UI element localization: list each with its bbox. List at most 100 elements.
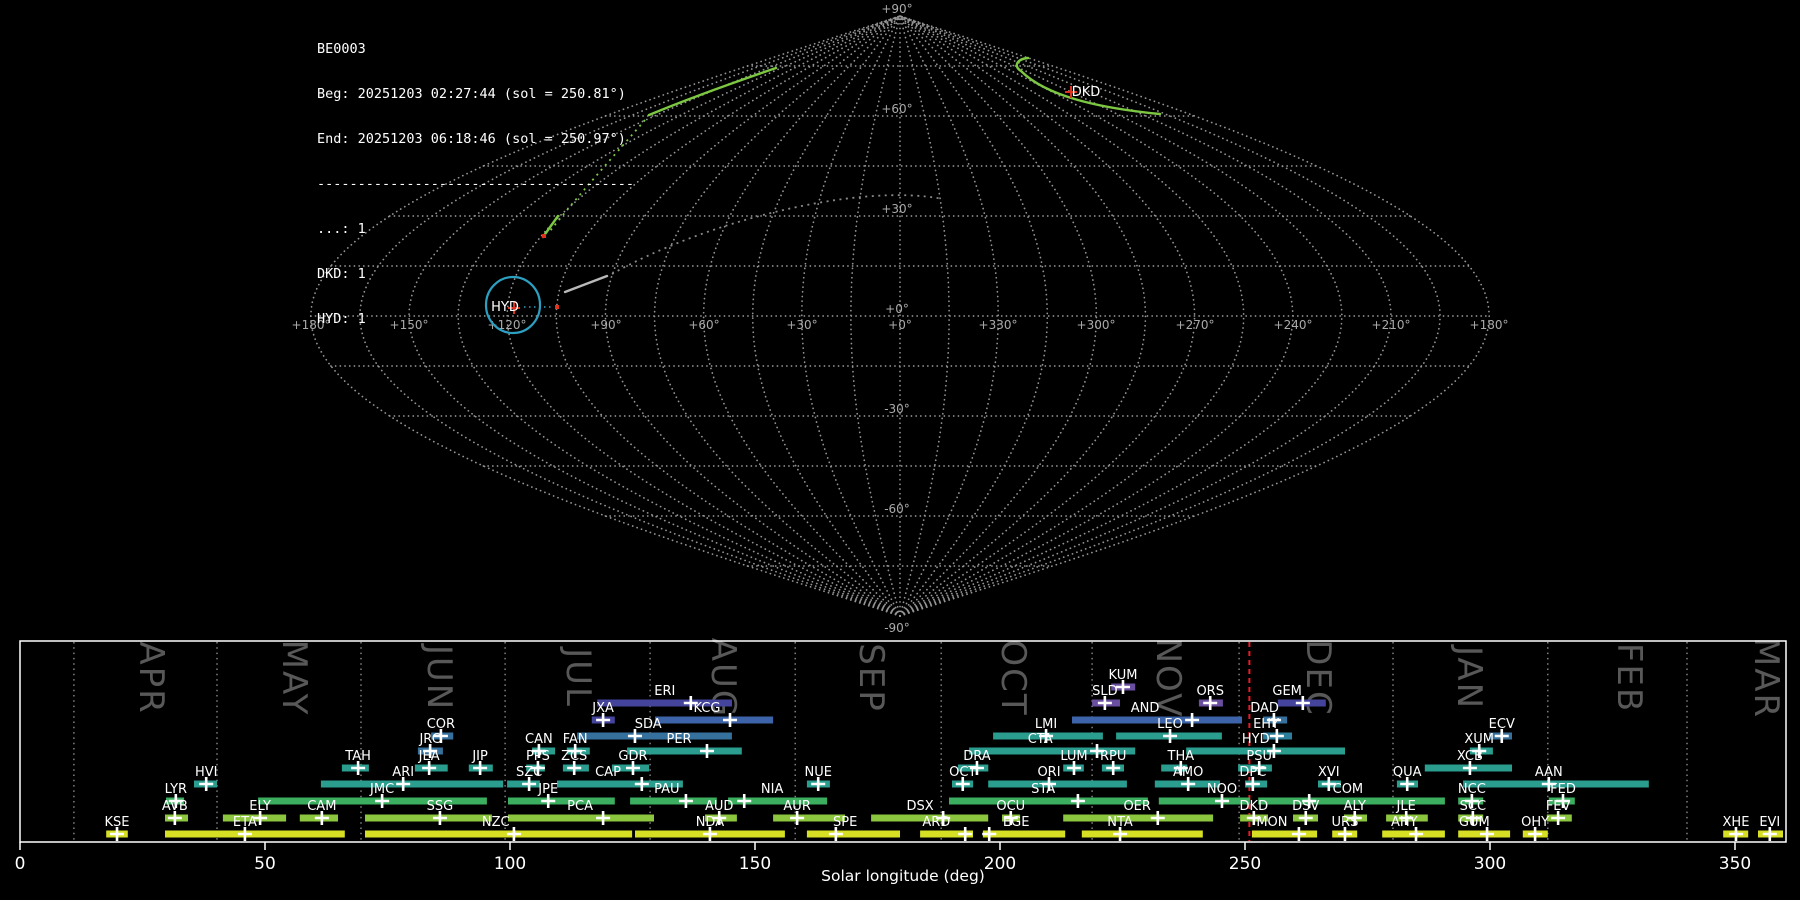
activity-bar [630, 797, 717, 805]
shower-tah: TAH [341, 749, 371, 775]
shower-qua: QUA [1393, 765, 1422, 791]
shower-code-label: JPE [537, 782, 558, 797]
activity-bar [988, 780, 1127, 788]
shower-code-label: ORI [1037, 765, 1060, 780]
shower-code-label: TAH [344, 749, 371, 764]
shower-code-label: OHY [1521, 815, 1549, 830]
peak-marker [1150, 811, 1165, 825]
shower-code-label: JLE [1396, 799, 1416, 814]
shower-code-label: FED [1550, 782, 1576, 797]
shower-zcs: ZCS [561, 749, 589, 775]
x-tick-label: 0 [15, 854, 26, 874]
shower-hvi: HVI [194, 765, 217, 791]
longitude-label: +60° [688, 318, 719, 332]
shower-code-label: SDA [635, 717, 662, 732]
screenshot-root: +90° +60° +30° +0° -30° -60° -90° +180° +150° +12… [0, 0, 1800, 900]
begin-time-line: Beg: 20251203 02:27:44 (sol = 250.81°) [317, 86, 626, 102]
shower-code-label: PCA [567, 799, 593, 814]
shower-code-label: DRA [963, 749, 991, 764]
shower-code-label: LYR [165, 782, 188, 797]
activity-chart: APR MAY JUN JUL AUG SEP OCT NOV DEC JAN FEB MARKUME… [15, 637, 1787, 885]
peak-marker [958, 827, 973, 841]
longitude-label: +270° [1176, 318, 1215, 332]
x-tick-label: 200 [984, 854, 1016, 874]
meteor-trail-west-arc-solid [647, 66, 778, 117]
shower-code-label: DPC [1239, 765, 1266, 780]
meteor-plot-canvas: +90°+60°+30°+0°-30°-60°-90°+180° +150° +12… [15, 2, 1787, 885]
shower-code-label: SSG [427, 799, 454, 814]
month-label-oct: OCT [993, 639, 1033, 716]
latitude-label: -90° [884, 621, 910, 635]
shower-urs: URS [1332, 815, 1358, 841]
shower-code-label: NUE [804, 765, 831, 780]
shower-code-label: OCT [949, 765, 976, 780]
shower-code-label: EVI [1759, 815, 1780, 830]
station-code: BE0003 [317, 41, 366, 57]
shower-code-label: JXA [591, 701, 614, 716]
activity-bar [1251, 830, 1318, 838]
x-axis-title: Solar longitude (deg) [821, 867, 985, 885]
activity-bar [320, 780, 504, 788]
shower-jip: JIP [468, 749, 493, 775]
month-label-sep: SEP [851, 643, 891, 713]
shower-code-label: GDR [618, 749, 647, 764]
shower-code-label: CAN [525, 732, 553, 747]
shower-ege: EGE [982, 815, 1066, 841]
shower-code-label: ZCS [561, 749, 587, 764]
shower-code-label: SLD [1092, 684, 1118, 699]
shower-code-label: KUM [1109, 668, 1138, 683]
shower-sld: SLD [1092, 684, 1120, 710]
activity-bar [577, 732, 732, 740]
x-tick-label: 350 [1719, 854, 1751, 874]
peak-marker [596, 811, 611, 825]
month-label-apr: APR [131, 641, 171, 714]
shower-szc: SZC [507, 765, 542, 791]
x-tick-label: 250 [1229, 854, 1261, 874]
radiant-dkd: DKD [1065, 85, 1100, 100]
shower-kse: KSE [105, 815, 130, 841]
shower-nue: NUE [804, 765, 832, 791]
shower-code-label: ECV [1489, 717, 1515, 732]
shower-code-label: HYD [1242, 732, 1270, 747]
shower-code-label: AAN [1535, 765, 1563, 780]
peak-marker [634, 777, 649, 791]
shower-code-label: DSV [1292, 799, 1319, 814]
activity-bar [1081, 830, 1203, 838]
longitude-label: +330° [979, 318, 1018, 332]
shower-code-label: AVB [162, 799, 188, 814]
shower-avb: AVB [162, 799, 188, 825]
month-label-jul: JUL [558, 646, 598, 708]
shower-jxa: JXA [591, 701, 615, 727]
activity-bar [1063, 814, 1214, 822]
shower-code-label: AMO [1173, 765, 1203, 780]
activity-bar [806, 830, 900, 838]
latitude-label: +60° [881, 102, 912, 116]
shower-code-label: NOO [1207, 782, 1237, 797]
shower-code-label: CAP [595, 765, 621, 780]
shower-code-label: NCC [1458, 782, 1486, 797]
count-sporadic: ...: 1 [317, 221, 366, 237]
month-label-mar: MAR [1746, 637, 1786, 719]
activity-bar [1158, 797, 1250, 805]
shower-code-label: ARD [922, 815, 950, 830]
shower-dpc: DPC [1239, 765, 1268, 791]
shower-code-label: JMC [369, 782, 394, 797]
shower-code-label: FAN [563, 732, 588, 747]
shower-rpu: RPU [1100, 749, 1126, 775]
month-label-jun: JUN [419, 643, 459, 711]
shower-code-label: THA [1167, 749, 1195, 764]
shower-code-label: GUM [1459, 815, 1490, 830]
radiant-label: DKD [1072, 85, 1101, 100]
shower-ohy: OHY [1521, 815, 1549, 841]
month-label-jan: JAN [1449, 644, 1489, 710]
activity-bar [165, 830, 345, 838]
longitude-label: +0° [888, 318, 912, 332]
latitude-label: -60° [884, 502, 910, 516]
shower-xhe: XHE [1723, 815, 1750, 841]
shower-code-label: ARI [392, 765, 414, 780]
shower-code-label: OCU [996, 799, 1025, 814]
shower-code-label: QUA [1393, 765, 1422, 780]
shower-code-label: XHE [1723, 815, 1750, 830]
shower-code-label: CAM [307, 799, 336, 814]
shower-nda: NDA [635, 815, 785, 841]
